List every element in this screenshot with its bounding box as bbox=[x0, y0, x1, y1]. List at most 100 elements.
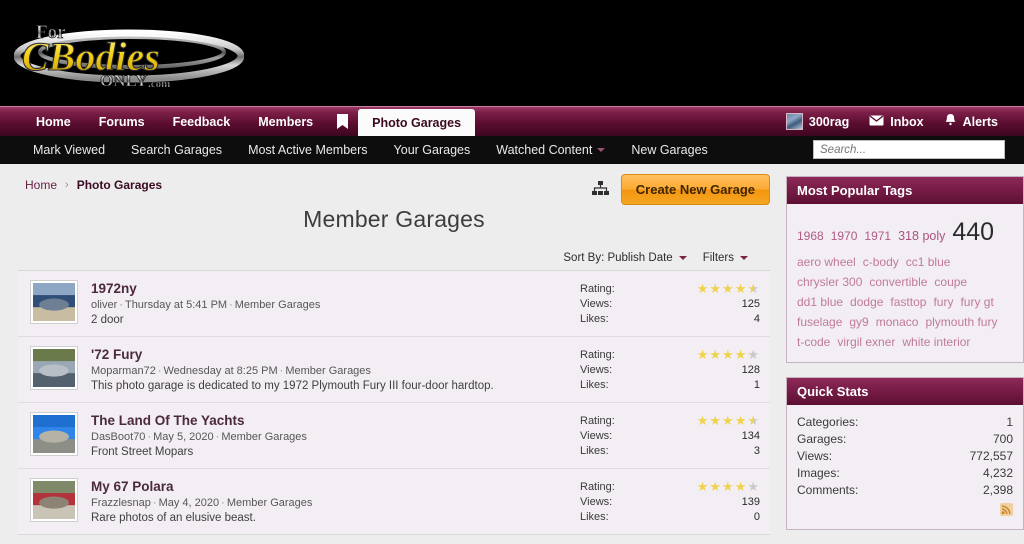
tag-link[interactable]: fury gt bbox=[960, 293, 993, 312]
garage-info: My 67 Polara Frazzlesnap · May 4, 2020 · Memb… bbox=[91, 478, 580, 524]
tag-link[interactable]: chrysler 300 bbox=[797, 273, 862, 292]
garage-row[interactable]: 1972ny oliver · Thursday at 5:41 PM · Member … bbox=[18, 271, 770, 337]
nav-item-photo-garages[interactable]: Photo Garages bbox=[358, 109, 476, 136]
tag-link[interactable]: c-body bbox=[863, 253, 899, 272]
tag-link[interactable]: 1968 bbox=[797, 227, 824, 246]
garage-title[interactable]: 1972ny bbox=[91, 281, 580, 296]
sort-bar: Sort By: Publish Date Filters bbox=[18, 248, 770, 271]
filters-dropdown[interactable]: Filters bbox=[703, 252, 748, 264]
garage-author[interactable]: Moparman72 bbox=[91, 365, 156, 377]
breadcrumb-home[interactable]: Home bbox=[25, 178, 57, 192]
inbox-label: Inbox bbox=[890, 114, 924, 129]
quick-stat-row: Images: 4,232 bbox=[797, 465, 1013, 482]
site-logo[interactable]: For CBodies ONLY .com bbox=[14, 12, 244, 94]
quick-stat-value: 4,232 bbox=[982, 466, 1013, 481]
subnav-item-mark-viewed[interactable]: Mark Viewed bbox=[20, 143, 118, 157]
garage-category[interactable]: Member Garages bbox=[227, 497, 313, 509]
bookmark-icon[interactable] bbox=[327, 107, 358, 136]
account-name: 300rag bbox=[808, 114, 850, 129]
garage-author[interactable]: Frazzlesnap bbox=[91, 497, 151, 509]
garage-category[interactable]: Member Garages bbox=[221, 431, 307, 443]
subnav-item-search-garages[interactable]: Search Garages bbox=[118, 143, 235, 157]
nav-item-home[interactable]: Home bbox=[22, 107, 85, 136]
tag-link[interactable]: fury bbox=[933, 293, 953, 312]
tag-link[interactable]: t-code bbox=[797, 333, 830, 352]
tag-link[interactable]: fasttop bbox=[890, 293, 926, 312]
tag-link[interactable]: 318 poly bbox=[898, 227, 945, 246]
search-input[interactable] bbox=[813, 140, 1005, 159]
views-label: Views: bbox=[580, 298, 613, 310]
garage-title[interactable]: The Land Of The Yachts bbox=[91, 413, 580, 428]
main-navigation: Home Forums Feedback Members Photo Garag… bbox=[0, 106, 1024, 136]
tag-link[interactable]: monaco bbox=[876, 313, 919, 332]
garage-category[interactable]: Member Garages bbox=[285, 365, 371, 377]
envelope-icon bbox=[869, 114, 884, 129]
garage-thumbnail[interactable] bbox=[30, 412, 78, 456]
sort-by-dropdown[interactable]: Sort By: Publish Date bbox=[563, 252, 687, 264]
garage-row[interactable]: '72 Fury Moparman72 · Wednesday at 8:25 PM ·… bbox=[18, 337, 770, 403]
tag-link[interactable]: gy9 bbox=[849, 313, 868, 332]
nav-item-feedback[interactable]: Feedback bbox=[159, 107, 245, 136]
tag-link[interactable]: dd1 blue bbox=[797, 293, 843, 312]
tag-link[interactable]: aero wheel bbox=[797, 253, 856, 272]
nav-item-forums[interactable]: Forums bbox=[85, 107, 159, 136]
tag-link[interactable]: cc1 blue bbox=[906, 253, 951, 272]
alerts-label: Alerts bbox=[962, 114, 998, 129]
tag-link[interactable]: fuselage bbox=[797, 313, 842, 332]
garage-description: Rare photos of an elusive beast. bbox=[91, 512, 256, 524]
rating-stars[interactable]: ★★★★★ bbox=[697, 348, 760, 363]
subnav-label: Watched Content bbox=[496, 143, 593, 157]
garage-meta: Moparman72 · Wednesday at 8:25 PM · Member G… bbox=[91, 365, 371, 377]
garage-row[interactable]: The Land Of The Yachts DasBoot70 · May 5, 2… bbox=[18, 403, 770, 469]
garage-author[interactable]: oliver bbox=[91, 299, 117, 311]
tag-link[interactable]: 1971 bbox=[864, 227, 891, 246]
nav-item-account[interactable]: 300rag bbox=[776, 107, 859, 136]
tag-link[interactable]: 1970 bbox=[831, 227, 858, 246]
subnav-item-most-active-members[interactable]: Most Active Members bbox=[235, 143, 380, 157]
rss-icon[interactable] bbox=[797, 499, 1013, 519]
likes-value: 4 bbox=[753, 313, 760, 325]
svg-text:.com: .com bbox=[148, 78, 170, 90]
subnav-item-new-garages[interactable]: New Garages bbox=[618, 143, 720, 157]
garage-title[interactable]: '72 Fury bbox=[91, 347, 580, 362]
breadcrumb-current: Photo Garages bbox=[76, 178, 163, 192]
rating-star: ★ bbox=[709, 281, 723, 296]
rating-stars[interactable]: ★★★★★ bbox=[697, 480, 760, 495]
tag-link[interactable]: 440 bbox=[952, 213, 994, 252]
subnav-label: Most Active Members bbox=[248, 143, 368, 157]
sitemap-icon[interactable] bbox=[591, 180, 609, 199]
rating-label: Rating: bbox=[580, 415, 615, 427]
rating-star: ★ bbox=[747, 479, 760, 494]
rating-star: ★ bbox=[696, 479, 710, 494]
quick-stat-value: 2,398 bbox=[982, 483, 1013, 498]
garage-meta: Frazzlesnap · May 4, 2020 · Member Garages bbox=[91, 497, 313, 509]
tag-link[interactable]: white interior bbox=[902, 333, 970, 352]
nav-item-members[interactable]: Members bbox=[244, 107, 327, 136]
garage-thumbnail[interactable] bbox=[30, 280, 78, 324]
garage-row[interactable]: My 67 Polara Frazzlesnap · May 4, 2020 · Memb… bbox=[18, 469, 770, 534]
tag-link[interactable]: coupe bbox=[934, 273, 967, 292]
garage-title[interactable]: My 67 Polara bbox=[91, 479, 580, 494]
quick-stat-label: Garages: bbox=[797, 432, 847, 447]
subnav-item-watched-content[interactable]: Watched Content bbox=[483, 143, 618, 157]
views-value: 134 bbox=[741, 430, 760, 442]
tag-link[interactable]: dodge bbox=[850, 293, 883, 312]
popular-tags-title: Most Popular Tags bbox=[787, 177, 1023, 204]
subnav-item-your-garages[interactable]: Your Garages bbox=[381, 143, 484, 157]
tag-link[interactable]: plymouth fury bbox=[925, 313, 997, 332]
quick-stat-label: Views: bbox=[797, 449, 833, 464]
rating-stars[interactable]: ★★★★★ bbox=[697, 282, 760, 297]
garage-category[interactable]: Member Garages bbox=[235, 299, 321, 311]
garage-thumbnail[interactable] bbox=[30, 346, 78, 390]
tag-link[interactable]: convertible bbox=[869, 273, 927, 292]
rating-label: Rating: bbox=[580, 349, 615, 361]
garage-author[interactable]: DasBoot70 bbox=[91, 431, 145, 443]
rating-stars[interactable]: ★★★★★ bbox=[697, 414, 760, 429]
nav-item-inbox[interactable]: Inbox bbox=[859, 107, 933, 136]
nav-item-alerts[interactable]: Alerts bbox=[934, 107, 1008, 136]
create-new-garage-button[interactable]: Create New Garage bbox=[620, 174, 770, 205]
tag-link[interactable]: virgil exner bbox=[837, 333, 895, 352]
main-content: Home › Photo Garages Create New Garage M… bbox=[18, 164, 770, 544]
rating-star: ★ bbox=[696, 413, 710, 428]
garage-thumbnail[interactable] bbox=[30, 478, 78, 522]
